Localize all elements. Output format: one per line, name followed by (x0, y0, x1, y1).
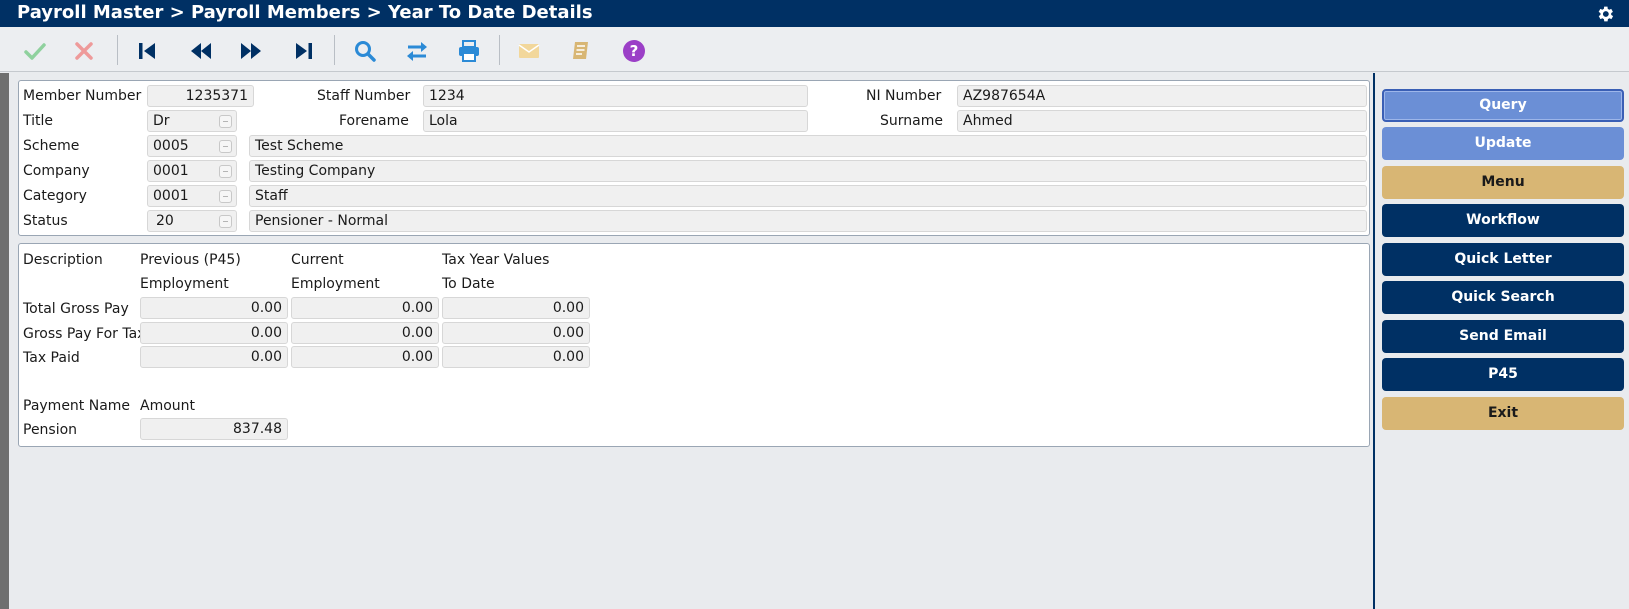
send-email-button[interactable]: Send Email (1382, 320, 1624, 353)
surname-label: Surname (880, 113, 943, 129)
company-code: 0001 (153, 163, 189, 179)
forename-label: Forename (339, 113, 409, 129)
company-label: Company (23, 163, 90, 179)
to-date-value: 0.00 (442, 297, 590, 319)
svg-text:?: ? (630, 42, 639, 60)
scheme-name-field: Test Scheme (249, 135, 1367, 157)
title-label: Title (23, 113, 54, 129)
current-value: 0.00 (291, 322, 439, 344)
panel-divider (1373, 73, 1375, 609)
dropdown-icon[interactable] (219, 215, 232, 228)
dropdown-icon[interactable] (219, 140, 232, 153)
p45-button[interactable]: P45 (1382, 358, 1624, 391)
ytd-row-label: Total Gross Pay (23, 301, 129, 317)
status-label: Status (23, 213, 68, 229)
quick-search-button[interactable]: Quick Search (1382, 281, 1624, 314)
ni-number-label: NI Number (866, 88, 942, 104)
previous-header-line2: Employment (140, 276, 229, 292)
payment-name: Pension (23, 422, 78, 438)
ytd-panel: Description Previous (P45) Employment Cu… (18, 243, 1370, 447)
member-number-field: 1235371 (147, 85, 254, 107)
toolbar: ? (0, 27, 1629, 72)
scheme-label: Scheme (23, 138, 80, 154)
workflow-button[interactable]: Workflow (1382, 204, 1624, 237)
payment-name-header: Payment Name (23, 398, 131, 414)
company-name-field: Testing Company (249, 160, 1367, 182)
tax-year-header-line2: To Date (442, 276, 495, 292)
last-record-icon[interactable] (291, 38, 317, 64)
category-label: Category (23, 188, 87, 204)
current-value: 0.00 (291, 346, 439, 368)
tax-year-header: Tax Year Values (442, 252, 550, 268)
dropdown-icon[interactable] (219, 115, 232, 128)
title-select[interactable]: Dr (147, 110, 237, 132)
category-name-field: Staff (249, 185, 1367, 207)
toolbar-separator (499, 35, 500, 65)
email-icon[interactable] (516, 38, 542, 64)
current-header-line2: Employment (291, 276, 380, 292)
ytd-row-label: Gross Pay For Tax (23, 326, 146, 342)
status-select[interactable]: 20 (147, 210, 237, 232)
scheme-select[interactable]: 0005 (147, 135, 237, 157)
amount-header: Amount (140, 398, 196, 414)
menu-button[interactable]: Menu (1382, 166, 1624, 199)
check-icon[interactable] (22, 38, 48, 64)
search-icon[interactable] (352, 38, 378, 64)
previous-header: Previous (P45) (140, 252, 241, 268)
previous-value: 0.00 (140, 322, 288, 344)
previous-value: 0.00 (140, 346, 288, 368)
previous-value: 0.00 (140, 297, 288, 319)
print-icon[interactable] (456, 38, 482, 64)
exit-button[interactable]: Exit (1382, 397, 1624, 430)
update-button[interactable]: Update (1382, 127, 1624, 160)
previous-record-icon[interactable] (188, 38, 214, 64)
page-title: Payroll Master > Payroll Members > Year … (17, 2, 593, 23)
staff-number-field: 1234 (423, 85, 808, 107)
ni-number-field: AZ987654A (957, 85, 1367, 107)
title-value: Dr (153, 113, 170, 129)
dropdown-icon[interactable] (219, 190, 232, 203)
category-code: 0001 (153, 188, 189, 204)
scheme-code: 0005 (153, 138, 189, 154)
member-number-label: Member Number (23, 88, 142, 104)
help-icon[interactable]: ? (621, 38, 647, 64)
swap-icon[interactable] (404, 38, 430, 64)
to-date-value: 0.00 (442, 322, 590, 344)
surname-field: Ahmed (957, 110, 1367, 132)
payment-amount: 837.48 (140, 418, 288, 440)
left-strip (0, 73, 9, 609)
status-code: 20 (156, 213, 174, 229)
status-name-field: Pensioner - Normal (249, 210, 1367, 232)
ytd-row-label: Tax Paid (23, 350, 80, 366)
notes-icon[interactable] (568, 38, 594, 64)
to-date-value: 0.00 (442, 346, 590, 368)
current-header: Current (291, 252, 344, 268)
close-icon[interactable] (71, 38, 97, 64)
company-select[interactable]: 0001 (147, 160, 237, 182)
current-value: 0.00 (291, 297, 439, 319)
staff-number-label: Staff Number (317, 88, 411, 104)
dropdown-icon[interactable] (219, 165, 232, 178)
title-bar: Payroll Master > Payroll Members > Year … (0, 0, 1629, 27)
toolbar-separator (334, 35, 335, 65)
description-header: Description (23, 252, 103, 268)
gear-icon[interactable] (1595, 4, 1615, 24)
first-record-icon[interactable] (134, 38, 160, 64)
quick-letter-button[interactable]: Quick Letter (1382, 243, 1624, 276)
member-details-panel: Member Number 1235371 Staff Number 1234 … (18, 80, 1370, 236)
forename-field: Lola (423, 110, 808, 132)
next-record-icon[interactable] (238, 38, 264, 64)
toolbar-separator (117, 35, 118, 65)
query-button[interactable]: Query (1382, 89, 1624, 122)
category-select[interactable]: 0001 (147, 185, 237, 207)
